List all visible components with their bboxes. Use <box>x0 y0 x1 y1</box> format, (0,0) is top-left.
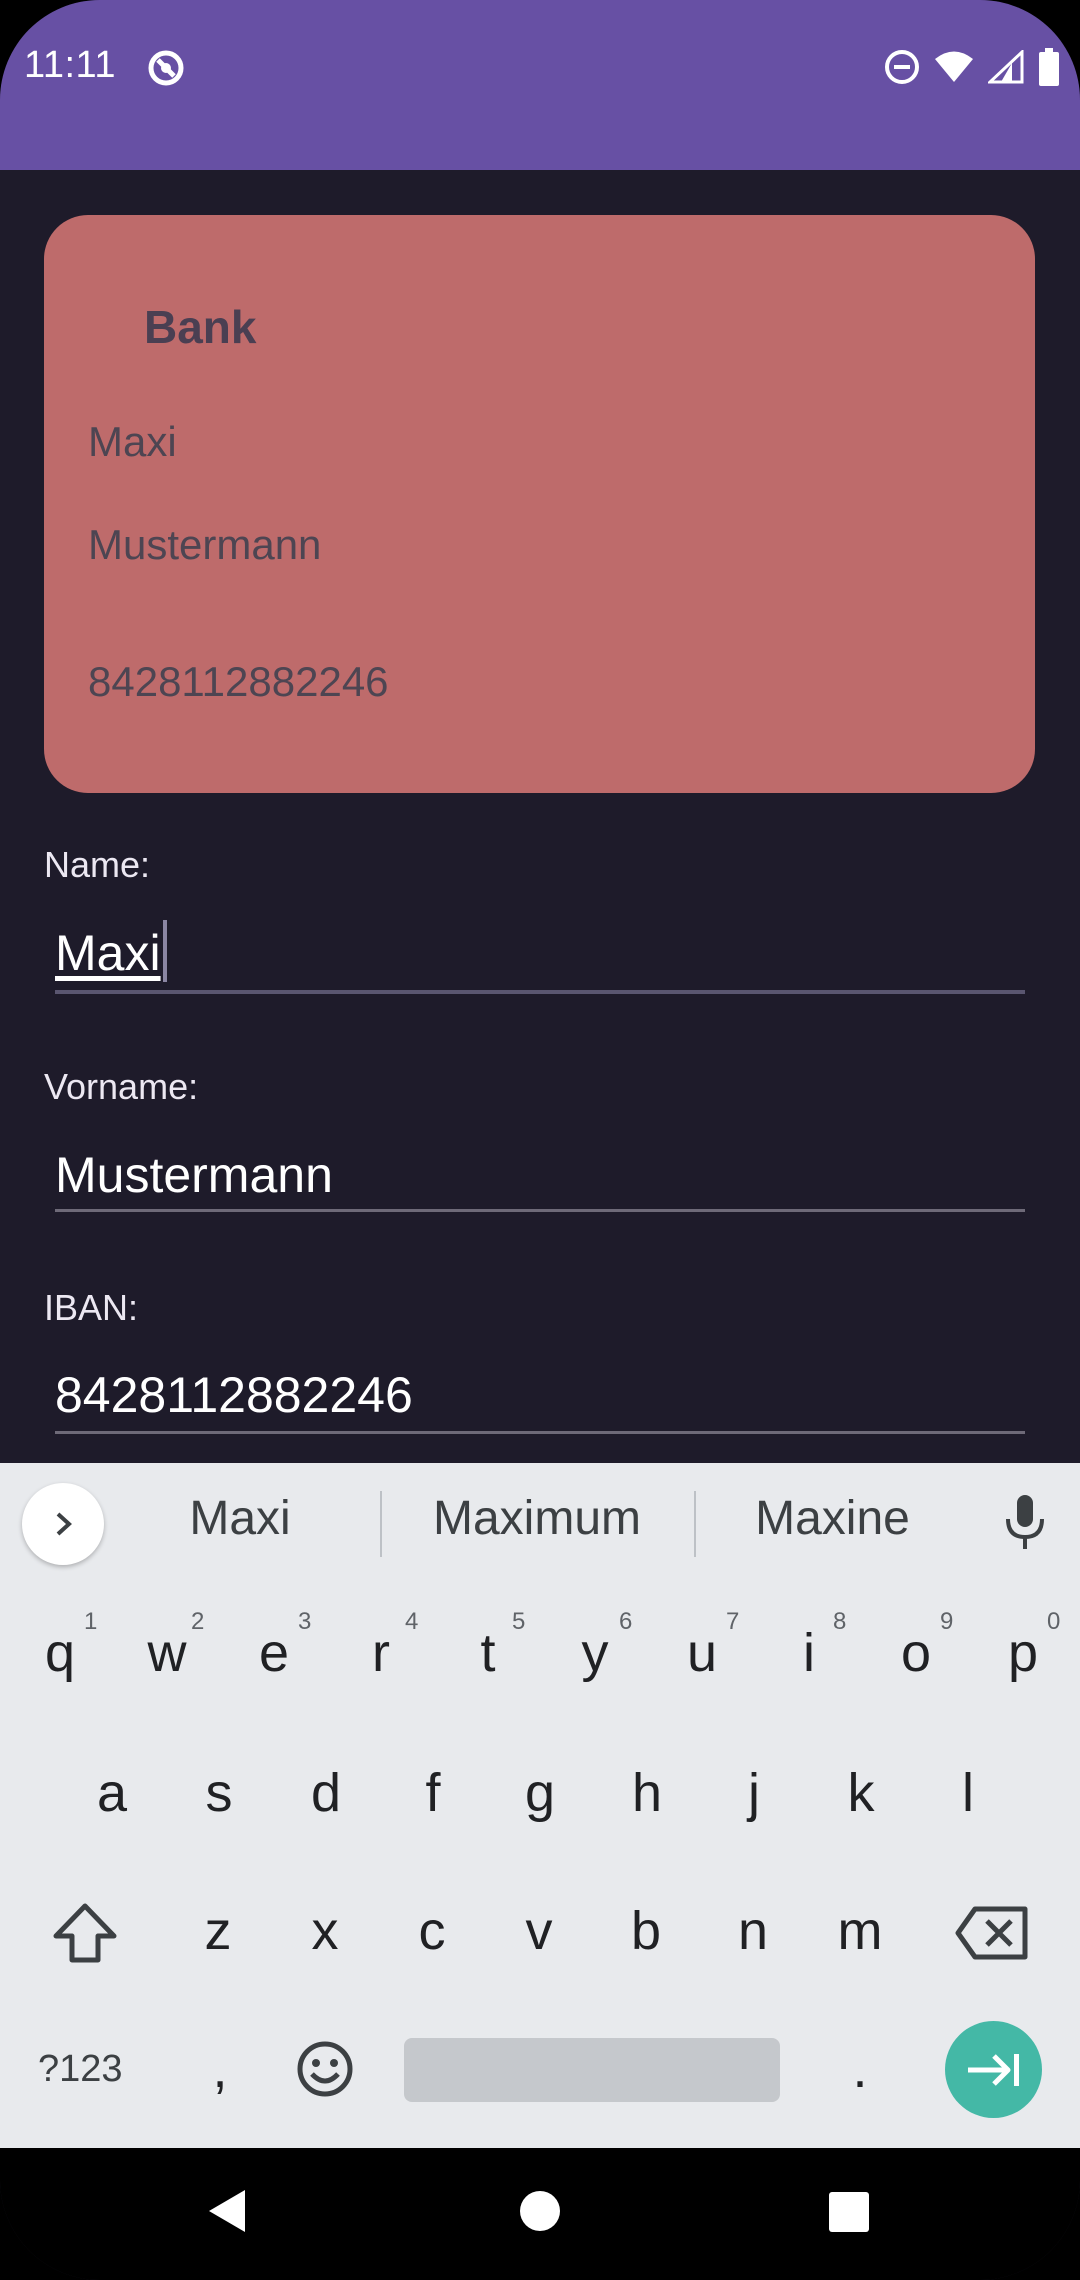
cell-signal-icon <box>988 50 1024 84</box>
text-cursor <box>162 920 167 982</box>
key-hint-7: 7 <box>726 1608 740 1635</box>
do-not-disturb-icon <box>885 50 919 84</box>
key-hint-2: 2 <box>191 1608 205 1635</box>
key-l[interactable]: l <box>928 1762 1008 1824</box>
key-a[interactable]: a <box>72 1762 152 1824</box>
key-g[interactable]: g <box>500 1762 580 1824</box>
next-field-button[interactable] <box>945 2021 1042 2118</box>
name-input[interactable]: Maxi <box>55 920 1025 1010</box>
key-k[interactable]: k <box>821 1762 901 1824</box>
vorname-input-underline <box>55 1209 1025 1212</box>
iban-input-underline <box>55 1431 1025 1434</box>
status-icons <box>884 48 1060 86</box>
key-c[interactable]: c <box>392 1900 472 1962</box>
iban-input[interactable]: 8428112882246 <box>55 1362 1025 1452</box>
key-hint-5: 5 <box>512 1608 526 1635</box>
key-j[interactable]: j <box>714 1762 794 1824</box>
back-icon[interactable] <box>205 2186 249 2236</box>
suggestion-divider <box>694 1491 696 1557</box>
shift-icon[interactable] <box>50 1902 120 1966</box>
iban-label: IBAN: <box>44 1287 139 1328</box>
card-title: Bank <box>144 301 257 353</box>
key-x[interactable]: x <box>285 1900 365 1962</box>
key-hint-0: 0 <box>1047 1608 1061 1635</box>
card-iban: 8428112882246 <box>88 658 389 705</box>
space-key[interactable] <box>404 2038 780 2102</box>
symbols-key[interactable]: ?123 <box>38 2048 123 2091</box>
battery-icon <box>1039 48 1059 86</box>
vorname-label: Vorname: <box>44 1066 199 1107</box>
key-h[interactable]: h <box>607 1762 687 1824</box>
suggestion-1[interactable]: Maxi <box>140 1491 340 1546</box>
key-v[interactable]: v <box>499 1900 579 1962</box>
key-m[interactable]: m <box>820 1900 900 1962</box>
suggestion-strip: Maxi Maximum Maxine <box>0 1463 1080 1583</box>
tab-arrow-icon <box>967 2053 1019 2086</box>
key-hint-9: 9 <box>940 1608 954 1635</box>
name-input-underline <box>55 990 1025 994</box>
comma-key[interactable]: , <box>180 2038 260 2100</box>
recents-icon[interactable] <box>828 2191 870 2233</box>
vorname-input[interactable]: Mustermann <box>55 1142 1025 1232</box>
home-icon[interactable] <box>519 2190 561 2232</box>
key-b[interactable]: b <box>606 1900 686 1962</box>
data-saver-icon <box>148 50 184 86</box>
key-z[interactable]: z <box>178 1900 258 1962</box>
card-first-name: Maxi <box>88 418 177 465</box>
name-input-value: Maxi <box>55 925 161 981</box>
wifi-icon <box>935 51 973 82</box>
app-bar: 11:11 <box>0 0 1080 170</box>
key-s[interactable]: s <box>179 1762 259 1824</box>
chevron-right-icon <box>56 1512 72 1536</box>
suggestion-expand-button[interactable] <box>22 1483 104 1565</box>
suggestion-3[interactable]: Maxine <box>720 1491 945 1546</box>
key-hint-1: 1 <box>84 1608 98 1635</box>
phone-screen: 11:11 Bank Maxi Mustermann 8428112882246… <box>0 0 1080 2280</box>
key-hint-8: 8 <box>833 1608 847 1635</box>
key-hint-6: 6 <box>619 1608 633 1635</box>
suggestion-divider <box>380 1491 382 1557</box>
microphone-icon[interactable] <box>1000 1493 1050 1553</box>
backspace-icon[interactable] <box>955 1905 1029 1961</box>
navigation-bar <box>0 2148 1080 2280</box>
card-last-name: Mustermann <box>88 521 322 568</box>
name-label: Name: <box>44 844 151 885</box>
status-time: 11:11 <box>24 44 116 86</box>
key-d[interactable]: d <box>286 1762 366 1824</box>
emoji-icon[interactable] <box>296 2040 354 2098</box>
key-hint-4: 4 <box>405 1608 419 1635</box>
key-f[interactable]: f <box>393 1762 473 1824</box>
period-key[interactable]: . <box>820 2038 900 2100</box>
suggestion-2[interactable]: Maximum <box>412 1491 662 1546</box>
key-hint-3: 3 <box>298 1608 312 1635</box>
key-n[interactable]: n <box>713 1900 793 1962</box>
